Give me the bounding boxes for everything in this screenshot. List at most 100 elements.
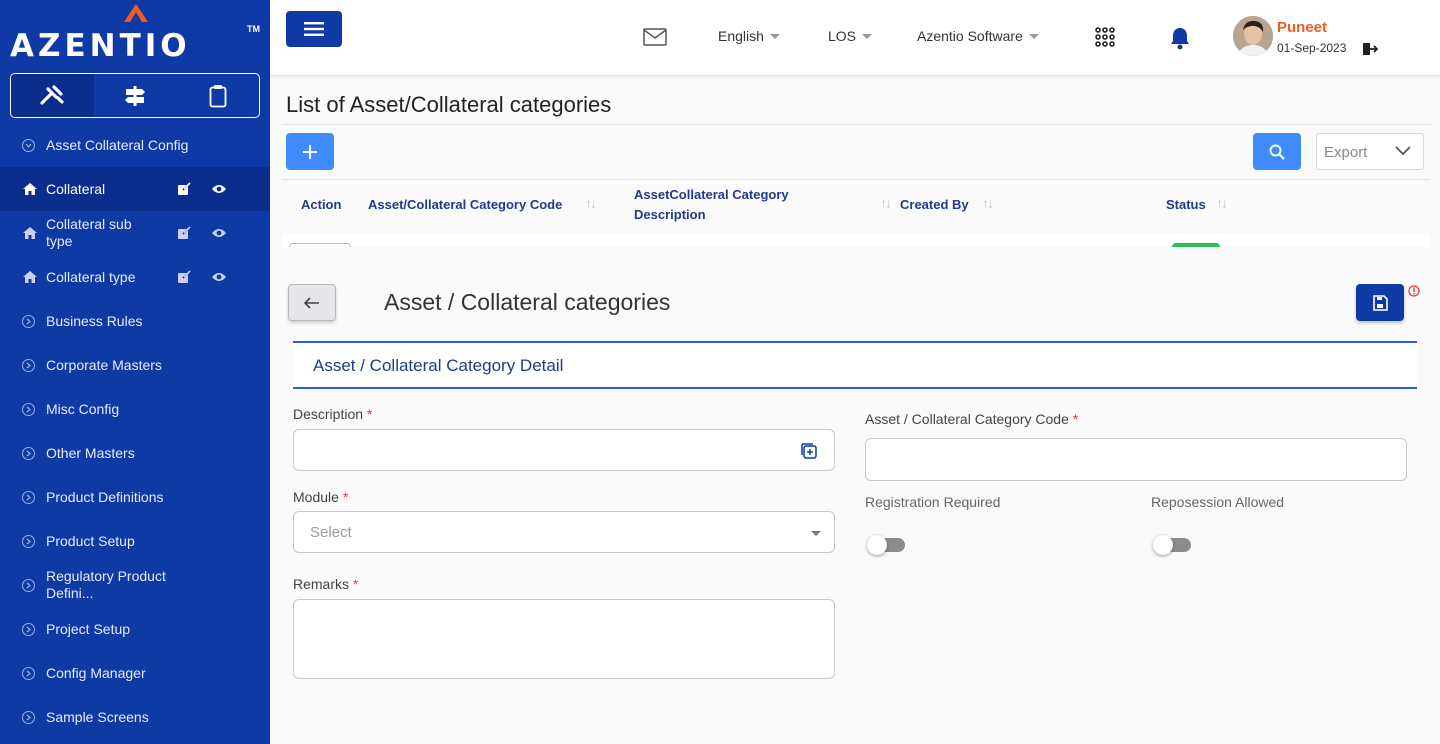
caret-down-icon <box>862 33 873 39</box>
logout-icon[interactable] <box>1362 42 1378 56</box>
azentio-logo: AZENTIO TM <box>10 4 260 64</box>
sidebar-nav: Asset Collateral Config Collateral Colla… <box>0 123 270 739</box>
column-category-description[interactable]: AssetCollateral Category <box>634 185 789 205</box>
view-icon[interactable] <box>211 227 227 239</box>
export-dropdown[interactable]: Export <box>1316 133 1424 170</box>
alert-info-icon[interactable] <box>1408 285 1420 297</box>
edit-icon[interactable] <box>177 182 191 196</box>
sidebar-item-label: Other Masters <box>46 444 135 461</box>
sidebar-item-collateral-sub-type[interactable]: Collateral sub type <box>0 211 270 255</box>
language-dropdown[interactable]: English <box>718 28 780 44</box>
sidebar-item-label: Collateral sub type <box>46 216 132 249</box>
bell-icon[interactable] <box>1168 26 1192 50</box>
search-button[interactable] <box>1253 133 1301 170</box>
sidebar-item-collateral[interactable]: Collateral <box>0 167 270 211</box>
sidebar-tab-switcher <box>10 73 260 118</box>
column-created-by[interactable]: Created By <box>900 195 969 215</box>
company-dropdown[interactable]: Azentio Software <box>917 28 1039 44</box>
module-label-text: Module <box>293 489 339 505</box>
category-code-label: Asset / Collateral Category Code * <box>865 411 1078 427</box>
detail-title: Asset / Collateral categories <box>384 289 671 315</box>
sidebar-item-collateral-type[interactable]: Collateral type <box>0 255 270 299</box>
top-bar: English LOS Azentio Software Puneet 01-S… <box>270 0 1440 76</box>
session-date: 01-Sep-2023 <box>1277 41 1347 55</box>
apps-grid-icon[interactable] <box>1095 27 1115 47</box>
table-header: Action Asset/Collateral Category Code ↑↓… <box>282 179 1430 235</box>
chevron-down-icon <box>1395 146 1411 156</box>
tab-tools[interactable] <box>11 74 94 117</box>
required-mark: * <box>342 489 349 505</box>
sidebar-item-label: Config Manager <box>46 664 146 681</box>
sidebar-item-product-setup[interactable]: Product Setup <box>0 519 270 563</box>
sort-icon[interactable]: ↑↓ <box>585 195 597 211</box>
sidebar-item-regulatory-product-definitions[interactable]: Regulatory Product Defini... <box>0 563 270 607</box>
save-button[interactable] <box>1356 284 1404 321</box>
sidebar-item-corporate-masters[interactable]: Corporate Masters <box>0 343 270 387</box>
sort-icon[interactable]: ↑↓ <box>880 195 892 211</box>
row-action-buttons[interactable] <box>289 243 351 247</box>
clipboard-icon <box>209 84 227 107</box>
toggle-knob <box>1153 535 1173 555</box>
sidebar-item-config-manager[interactable]: Config Manager <box>0 651 270 695</box>
module-select[interactable]: Select <box>293 511 835 553</box>
sidebar-item-other-masters[interactable]: Other Masters <box>0 431 270 475</box>
signpost-icon <box>125 85 145 106</box>
plus-icon <box>303 144 317 159</box>
repossession-allowed-toggle[interactable] <box>1153 535 1191 555</box>
user-avatar[interactable] <box>1233 16 1273 56</box>
section-header: Asset / Collateral Category Detail <box>293 341 1417 389</box>
divider <box>282 124 1432 125</box>
remarks-label: Remarks * <box>293 576 358 592</box>
view-icon[interactable] <box>211 271 227 283</box>
home-icon <box>22 270 38 284</box>
sidebar-item-sample-screens[interactable]: Sample Screens <box>0 695 270 739</box>
view-icon[interactable] <box>211 183 227 195</box>
caret-down-icon <box>769 33 780 39</box>
sidebar-item-business-rules[interactable]: Business Rules <box>0 299 270 343</box>
sidebar-item-product-definitions[interactable]: Product Definitions <box>0 475 270 519</box>
registration-required-toggle[interactable] <box>867 535 905 555</box>
column-category-code[interactable]: Asset/Collateral Category Code <box>368 195 562 215</box>
sort-icon[interactable]: ↑↓ <box>982 195 994 211</box>
status-badge <box>1172 243 1220 247</box>
mail-icon[interactable] <box>643 28 667 46</box>
tab-clipboard[interactable] <box>176 74 259 117</box>
sidebar-item-label: Project Setup <box>46 620 131 637</box>
add-button[interactable] <box>286 133 334 170</box>
chevron-down-circle-icon <box>22 138 35 152</box>
sort-icon[interactable]: ↑↓ <box>1216 195 1228 211</box>
add-translation-icon[interactable] <box>800 442 818 460</box>
repossession-allowed-label: Reposession Allowed <box>1151 494 1285 510</box>
sidebar-item-project-setup[interactable]: Project Setup <box>0 607 270 651</box>
edit-icon[interactable] <box>177 270 191 284</box>
tab-signpost[interactable] <box>94 74 177 117</box>
section-title: Asset / Collateral Category Detail <box>313 356 564 375</box>
module-dropdown[interactable]: LOS <box>828 28 873 44</box>
module-label: LOS <box>828 28 857 44</box>
sidebar-item-label: Product Setup <box>46 532 135 549</box>
caret-down-icon <box>1028 33 1039 39</box>
search-icon <box>1269 144 1285 160</box>
chevron-right-circle-icon <box>22 358 35 372</box>
chevron-right-circle-icon <box>22 534 35 548</box>
language-label: English <box>718 28 764 44</box>
sidebar-item-misc-config[interactable]: Misc Config <box>0 387 270 431</box>
company-label: Azentio Software <box>917 28 1023 44</box>
hamburger-icon <box>304 22 324 36</box>
sidebar-item-asset-collateral-config[interactable]: Asset Collateral Config <box>0 123 270 167</box>
description-label-text: Description <box>293 406 364 422</box>
category-code-input[interactable] <box>865 438 1407 481</box>
description-input[interactable] <box>293 429 835 471</box>
remarks-textarea[interactable] <box>293 599 835 679</box>
sidebar-item-label: Asset Collateral Config <box>46 136 189 153</box>
menu-toggle-button[interactable] <box>286 11 342 47</box>
user-name: Puneet <box>1277 19 1328 36</box>
sidebar-item-label: Sample Screens <box>46 708 149 725</box>
back-button[interactable] <box>288 284 336 321</box>
chevron-right-circle-icon <box>22 578 35 592</box>
column-action: Action <box>301 197 342 212</box>
avatar-portrait-icon <box>1233 16 1273 56</box>
chevron-right-circle-icon <box>22 402 35 416</box>
edit-icon[interactable] <box>177 226 191 240</box>
column-status[interactable]: Status <box>1166 195 1206 215</box>
